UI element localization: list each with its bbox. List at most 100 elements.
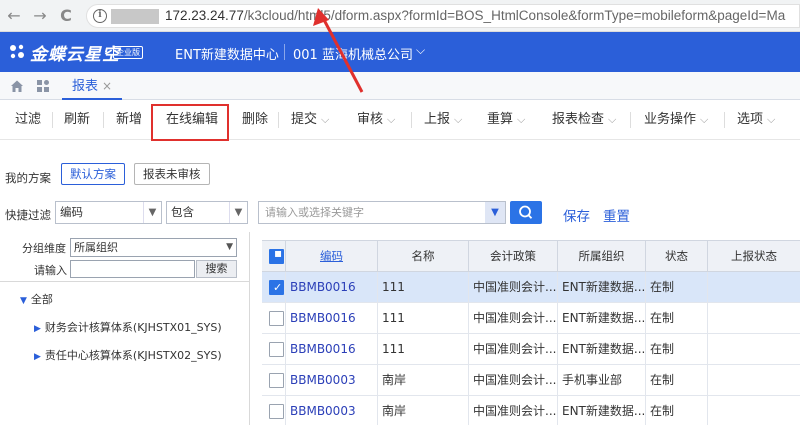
chevron-down-icon[interactable]: ⌵ [700, 113, 708, 126]
tree-node-all[interactable]: ▼ 全部 [20, 291, 53, 307]
table-row[interactable]: ✓ BBMB0016 111 中国准则会计... ENT新建数据... 在制 [262, 272, 800, 303]
group-dimension-select[interactable]: 所属组织 ▼ [70, 238, 237, 257]
tree-node-label: 全部 [30, 293, 53, 306]
forward-icon[interactable]: → [30, 6, 50, 26]
info-icon[interactable]: i [93, 9, 107, 23]
collapsed-triangle-icon[interactable]: ▶ [34, 352, 41, 362]
keyword-input[interactable]: 请输入或选择关键字 ▼ [258, 201, 506, 224]
search-button[interactable] [510, 201, 542, 224]
column-header-org[interactable]: 所属组织 [558, 241, 646, 271]
options-button[interactable]: 选项 ⌵ [737, 100, 775, 140]
filter-operator-select[interactable]: 包含 ▼ [166, 201, 248, 224]
cell-code[interactable]: BBMB0016 [286, 303, 378, 333]
tab-report[interactable]: 报表 × [62, 72, 123, 100]
cell-org: ENT新建数据... [558, 334, 646, 364]
org-selector[interactable]: 001 蓝海机械总公司 [293, 44, 413, 63]
cell-code[interactable]: BBMB0003 [286, 365, 378, 395]
tree-node-responsibility[interactable]: ▶ 责任中心核算体系(KJHSTX02_SYS) [34, 347, 222, 363]
cell-policy: 中国准则会计... [469, 303, 558, 333]
column-header-report-status[interactable]: 上报状态 [708, 241, 800, 271]
recalc-button[interactable]: 重算 ⌵ [487, 100, 525, 140]
search-icon [519, 205, 533, 219]
row-checkbox[interactable] [269, 311, 284, 326]
cell-org: ENT新建数据... [558, 303, 646, 333]
toolbar-divider [630, 112, 631, 128]
row-checkbox[interactable] [269, 373, 284, 388]
chevron-down-icon[interactable]: ▼ [226, 239, 233, 256]
tab-label: 报表 [72, 79, 99, 94]
business-ops-button[interactable]: 业务操作 ⌵ [644, 100, 708, 140]
filter-operator-value: 包含 [171, 205, 194, 219]
tree-node-finance[interactable]: ▶ 财务会计核算体系(KJHSTX01_SYS) [34, 319, 222, 335]
report-up-button[interactable]: 上报 ⌵ [424, 100, 462, 140]
apps-icon[interactable] [36, 79, 50, 93]
tree-search-input[interactable] [70, 260, 195, 278]
expanded-triangle-icon[interactable]: ▼ [20, 296, 27, 306]
cell-status: 在制 [646, 396, 708, 425]
column-header-name[interactable]: 名称 [378, 241, 469, 271]
cell-code[interactable]: BBMB0016 [286, 272, 378, 302]
default-scheme-button[interactable]: 默认方案 [61, 163, 125, 185]
toolbar-divider [411, 112, 412, 128]
tree-search-button[interactable]: 搜索 [196, 260, 237, 278]
chevron-down-icon[interactable]: ▼ [229, 202, 247, 223]
chevron-down-icon[interactable]: ⌵ [321, 113, 329, 126]
add-button[interactable]: 新增 [116, 100, 142, 140]
toolbar-divider [724, 112, 725, 128]
chevron-down-icon[interactable]: ⌵ [608, 113, 616, 126]
table-row[interactable]: BBMB0003 南岸 中国准则会计... 手机事业部 在制 [262, 365, 800, 396]
chevron-down-icon[interactable]: ⌵ [387, 113, 395, 126]
delete-button[interactable]: 删除 [242, 100, 268, 140]
edition-badge: 企业版 [113, 46, 143, 59]
data-center-name[interactable]: ENT新建数据中心 [175, 44, 279, 63]
address-bar[interactable]: i 172.23.24.77/k3cloud/html5/dform.aspx?… [86, 4, 800, 28]
double-chevron-down-icon[interactable]: ▼ [485, 202, 505, 223]
cell-name: 111 [378, 334, 469, 364]
filter-field-select[interactable]: 编码 ▼ [55, 201, 162, 224]
refresh-button[interactable]: 刷新 [64, 100, 90, 140]
column-header-policy[interactable]: 会计政策 [469, 241, 558, 271]
row-checkbox-cell [262, 303, 286, 333]
collapsed-triangle-icon[interactable]: ▶ [34, 324, 41, 334]
chevron-down-icon[interactable]: ⌵ [416, 43, 425, 58]
reset-filter-button[interactable]: 重置 [603, 205, 630, 225]
tree-node-label: 责任中心核算体系(KJHSTX02_SYS) [44, 349, 222, 362]
scheme-label: 我的方案 [5, 171, 51, 185]
column-header-status[interactable]: 状态 [646, 241, 708, 271]
audit-button[interactable]: 审核 ⌵ [357, 100, 395, 140]
cell-name: 南岸 [378, 365, 469, 395]
back-icon[interactable]: ← [4, 6, 24, 26]
select-all-checkbox[interactable]: ▪ [269, 246, 284, 264]
row-checkbox[interactable] [269, 342, 284, 357]
report-check-button[interactable]: 报表检查 ⌵ [552, 100, 616, 140]
table-row[interactable]: BBMB0016 111 中国准则会计... ENT新建数据... 在制 [262, 334, 800, 365]
save-filter-button[interactable]: 保存 [563, 205, 590, 225]
checkmark-icon: ✓ [273, 281, 283, 294]
table-row[interactable]: BBMB0003 南岸 中国准则会计... ENT新建数据... 在制 [262, 396, 800, 425]
group-tree-panel: 分组维度 所属组织 ▼ 请输入 搜索 ▼ 全部 ▶ 财务会计核算体系(KJHSTX0… [0, 232, 250, 425]
kingdee-logo-icon [10, 44, 24, 59]
close-icon[interactable]: × [102, 79, 112, 93]
cell-code[interactable]: BBMB0003 [286, 396, 378, 425]
report-grid: ▪ 编码 名称 会计政策 所属组织 状态 上报状态 ✓ BBMB0016 111 中国… [262, 240, 800, 425]
cell-policy: 中国准则会计... [469, 365, 558, 395]
chevron-down-icon[interactable]: ⌵ [517, 113, 525, 126]
row-checkbox[interactable] [269, 404, 284, 419]
home-icon[interactable] [10, 79, 24, 93]
unaudited-scheme-button[interactable]: 报表未审核 [134, 163, 210, 185]
cell-code[interactable]: BBMB0016 [286, 334, 378, 364]
filter-button[interactable]: 过滤 [15, 100, 41, 140]
toolbar-divider [278, 112, 279, 128]
reload-icon[interactable]: C [56, 6, 76, 26]
submit-button[interactable]: 提交 ⌵ [291, 100, 329, 140]
toolbar: 过滤 刷新 新增 在线编辑 删除 提交 ⌵ 审核 ⌵ 上报 ⌵ 重算 ⌵ 报表检查 ⌵ 业… [0, 100, 800, 140]
column-header-code[interactable]: 编码 [286, 241, 378, 271]
table-row[interactable]: BBMB0016 111 中国准则会计... ENT新建数据... 在制 [262, 303, 800, 334]
chevron-down-icon[interactable]: ▼ [143, 202, 161, 223]
url-host: 172.23.24.77 [165, 8, 244, 23]
chevron-down-icon[interactable]: ⌵ [767, 113, 775, 126]
chevron-down-icon[interactable]: ⌵ [454, 113, 462, 126]
redacted-url-segment [111, 9, 159, 24]
row-checkbox[interactable]: ✓ [269, 280, 284, 295]
cell-status: 在制 [646, 303, 708, 333]
